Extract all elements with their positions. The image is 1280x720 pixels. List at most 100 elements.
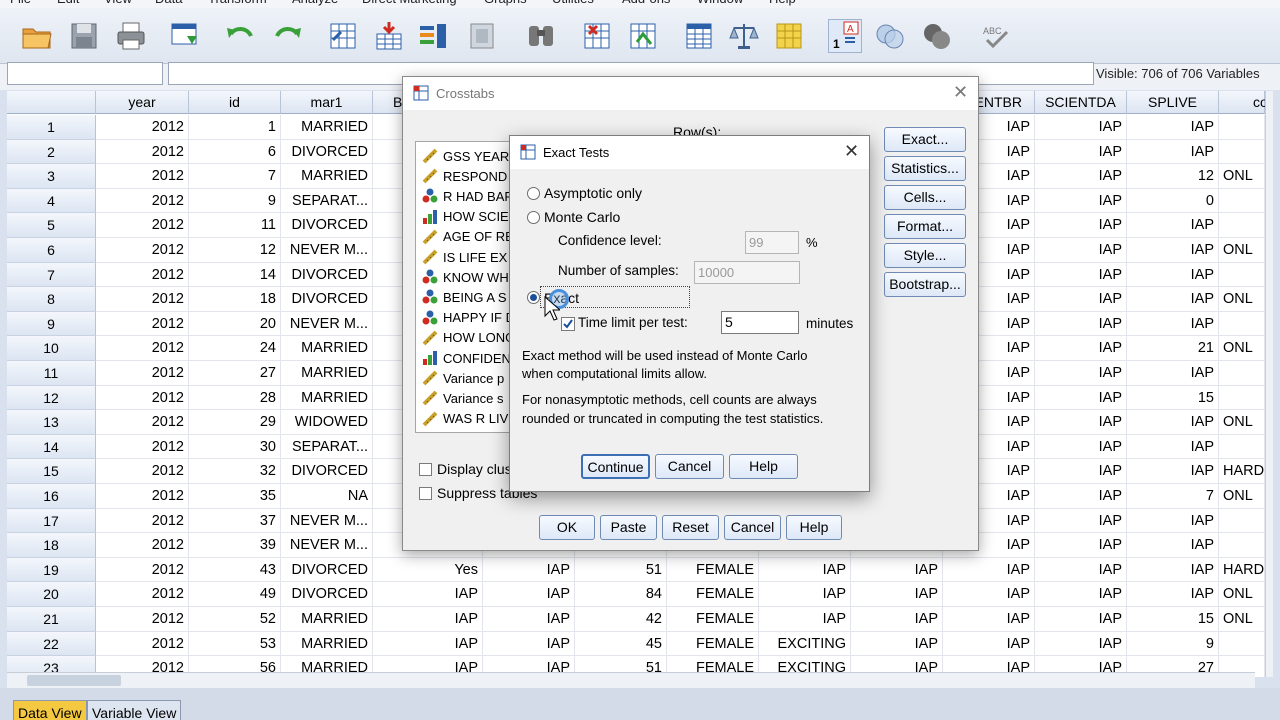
row-number[interactable]: 8 — [7, 287, 96, 312]
close-icon[interactable]: ✕ — [844, 141, 859, 162]
table-cell[interactable]: ONL — [1219, 164, 1265, 189]
table-cell[interactable]: 2012 — [96, 213, 189, 238]
table-cell[interactable]: IAP — [759, 607, 851, 632]
row-number[interactable]: 4 — [7, 188, 96, 214]
row-number[interactable]: 21 — [7, 607, 96, 632]
tab-data-view[interactable]: Data View — [13, 700, 87, 720]
row-number[interactable]: 16 — [7, 484, 96, 509]
exact-button[interactable]: Exact... — [884, 127, 966, 152]
table-cell[interactable]: 2012 — [96, 533, 189, 558]
select-cases-icon[interactable] — [772, 19, 806, 53]
table-cell[interactable]: 2012 — [96, 238, 189, 263]
table-cell[interactable]: HARD — [1219, 459, 1265, 484]
table-cell[interactable]: 15 — [1127, 385, 1219, 411]
menu-item[interactable]: Edit — [57, 0, 79, 6]
table-cell[interactable]: 2012 — [96, 410, 189, 435]
table-cell[interactable]: IAP — [1127, 557, 1219, 583]
row-number[interactable]: 5 — [7, 213, 96, 238]
variable-list-item[interactable]: HOW LONG — [422, 328, 515, 348]
column-header[interactable]: id — [189, 91, 281, 114]
table-cell[interactable]: IAP — [851, 631, 943, 657]
row-number[interactable]: 2 — [7, 139, 96, 165]
print-icon[interactable] — [114, 19, 148, 53]
table-cell[interactable]: IAP — [1035, 459, 1127, 484]
row-number[interactable]: 13 — [7, 410, 96, 435]
table-cell[interactable] — [1219, 139, 1265, 165]
table-cell[interactable]: 2012 — [96, 287, 189, 312]
table-cell[interactable]: IAP — [1035, 508, 1127, 534]
row-number[interactable]: 19 — [7, 557, 96, 583]
horizontal-scroll-thumb[interactable] — [27, 675, 121, 686]
menu-item[interactable]: Add-ons — [622, 0, 670, 6]
table-cell[interactable]: 52 — [189, 607, 281, 632]
table-cell[interactable] — [1219, 213, 1265, 238]
split-file-icon[interactable] — [682, 19, 716, 53]
table-cell[interactable] — [1219, 385, 1265, 411]
table-cell[interactable]: DIVORCED — [281, 582, 373, 607]
variable-list-item[interactable]: KNOW WH — [422, 267, 509, 287]
table-cell[interactable]: IAP — [1127, 287, 1219, 312]
table-cell[interactable]: IAP — [373, 582, 483, 607]
continue-button[interactable]: Continue — [581, 454, 650, 479]
table-cell[interactable]: IAP — [1035, 434, 1127, 460]
table-cell[interactable]: IAP — [1035, 582, 1127, 607]
variable-list-item[interactable]: CONFIDEN — [422, 348, 511, 368]
help-button[interactable]: Help — [729, 454, 798, 479]
time-limit-checkbox[interactable] — [561, 317, 575, 331]
table-cell[interactable]: FEMALE — [667, 582, 759, 607]
table-cell[interactable]: 2012 — [96, 361, 189, 386]
monte-carlo-radio[interactable] — [527, 211, 540, 224]
menu-item[interactable]: Transform — [208, 0, 267, 6]
table-cell[interactable] — [1219, 311, 1265, 337]
table-cell[interactable]: 12 — [189, 238, 281, 263]
table-cell[interactable]: IAP — [1035, 336, 1127, 361]
table-cell[interactable]: 6 — [189, 139, 281, 165]
table-cell[interactable]: NEVER M... — [281, 533, 373, 558]
table-cell[interactable]: 15 — [1127, 607, 1219, 632]
table-cell[interactable]: 2012 — [96, 311, 189, 337]
row-number[interactable]: 14 — [7, 434, 96, 460]
row-number[interactable]: 22 — [7, 631, 96, 657]
table-cell[interactable] — [1219, 188, 1265, 214]
variable-list-item[interactable]: HOW SCIE — [422, 207, 509, 227]
table-cell[interactable]: 27 — [189, 361, 281, 386]
menu-item[interactable]: Analyze — [292, 0, 338, 6]
table-cell[interactable]: FEMALE — [667, 607, 759, 632]
table-cell[interactable]: IAP — [1035, 361, 1127, 386]
table-cell[interactable]: IAP — [1127, 311, 1219, 337]
table-cell[interactable]: ONL — [1219, 238, 1265, 263]
table-cell[interactable]: 9 — [1127, 631, 1219, 657]
table-cell[interactable]: ONL — [1219, 582, 1265, 607]
table-cell[interactable]: IAP — [1127, 139, 1219, 165]
table-cell[interactable]: IAP — [1127, 459, 1219, 484]
table-cell[interactable]: 32 — [189, 459, 281, 484]
number-of-samples-field[interactable]: 10000 — [694, 261, 800, 284]
table-cell[interactable]: 45 — [575, 631, 667, 657]
table-cell[interactable]: IAP — [373, 631, 483, 657]
table-cell[interactable]: 18 — [189, 287, 281, 312]
table-cell[interactable]: 2012 — [96, 262, 189, 288]
table-cell[interactable]: IAP — [1035, 484, 1127, 509]
table-cell[interactable]: 1 — [189, 115, 281, 140]
display-clustered-checkbox[interactable] — [419, 463, 432, 476]
table-cell[interactable]: 2012 — [96, 434, 189, 460]
table-cell[interactable]: 29 — [189, 410, 281, 435]
menu-item[interactable]: Utilities — [552, 0, 594, 6]
table-cell[interactable] — [1219, 508, 1265, 534]
table-cell[interactable]: 20 — [189, 311, 281, 337]
insert-variable-icon[interactable] — [626, 19, 660, 53]
variables-icon[interactable] — [416, 19, 450, 53]
table-cell[interactable]: IAP — [851, 607, 943, 632]
suppress-tables-checkbox[interactable] — [419, 487, 432, 500]
weight-cases-icon[interactable] — [727, 19, 761, 53]
table-cell[interactable]: IAP — [1035, 311, 1127, 337]
table-cell[interactable]: IAP — [1035, 607, 1127, 632]
menu-item[interactable]: Help — [769, 0, 796, 6]
variable-list-item[interactable]: Variance s — [422, 388, 503, 408]
cancel-button[interactable]: Cancel — [655, 454, 724, 479]
table-cell[interactable]: MARRIED — [281, 631, 373, 657]
table-cell[interactable]: IAP — [1127, 115, 1219, 140]
table-cell[interactable]: IAP — [759, 557, 851, 583]
cancel-button[interactable]: Cancel — [724, 515, 781, 540]
row-number[interactable]: 11 — [7, 361, 96, 386]
